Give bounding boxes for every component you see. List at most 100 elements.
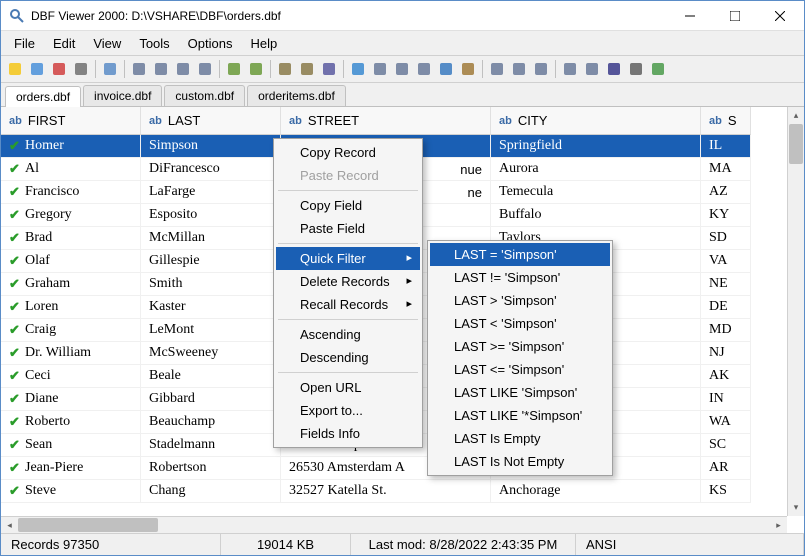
cell[interactable]: IN [701,388,751,411]
ctx-last-simpson-[interactable]: LAST >= 'Simpson' [430,335,610,358]
cell[interactable]: ✔Ceci [1,365,141,388]
column-header-first[interactable]: abFIRST [1,107,141,135]
cell[interactable]: Robertson [141,457,281,480]
ctx-copy-field[interactable]: Copy Field [276,194,420,217]
scroll-up-button[interactable]: ▴ [788,107,804,124]
cell[interactable]: McSweeney [141,342,281,365]
cell[interactable]: Anchorage [491,480,701,503]
cell[interactable]: DiFrancesco [141,158,281,181]
context-menu[interactable]: Copy RecordPaste RecordCopy FieldPaste F… [273,138,423,448]
cell[interactable]: ✔Jean-Piere [1,457,141,480]
toolbar-undo-icon[interactable] [224,59,244,79]
cell[interactable]: ✔Steve [1,480,141,503]
cell[interactable]: ✔Dr. William [1,342,141,365]
scroll-right-button[interactable]: ▸ [770,517,787,533]
column-header-street[interactable]: abSTREET [281,107,491,135]
cell[interactable]: MD [701,319,751,342]
menu-tools[interactable]: Tools [130,34,178,53]
cell[interactable]: ✔Graham [1,273,141,296]
tab-orders-dbf[interactable]: orders.dbf [5,86,81,107]
menu-edit[interactable]: Edit [44,34,84,53]
cell[interactable]: LeMont [141,319,281,342]
toolbar-txt-icon[interactable] [487,59,507,79]
cell[interactable]: McMillan [141,227,281,250]
tab-custom-dbf[interactable]: custom.dbf [164,85,245,106]
ctx-last-simpson-[interactable]: LAST <= 'Simpson' [430,358,610,381]
toolbar-sort-icon[interactable] [319,59,339,79]
cell[interactable]: ✔Loren [1,296,141,319]
cell[interactable]: WA [701,411,751,434]
ctx-ascending[interactable]: Ascending [276,323,420,346]
toolbar-fx-icon[interactable] [531,59,551,79]
toolbar-linked-icon[interactable] [509,59,529,79]
ctx-last-simpson-[interactable]: LAST < 'Simpson' [430,312,610,335]
cell[interactable]: Temecula [491,181,701,204]
cell[interactable]: KY [701,204,751,227]
toolbar-copy-icon[interactable] [275,59,295,79]
toolbar-new-icon[interactable] [5,59,25,79]
minimize-button[interactable] [667,1,712,30]
ctx-quick-filter[interactable]: Quick Filter [276,247,420,270]
cell[interactable]: ✔Brad [1,227,141,250]
toolbar-refresh-icon[interactable] [648,59,668,79]
cell[interactable]: SC [701,434,751,457]
cell[interactable]: ✔Olaf [1,250,141,273]
cell[interactable]: LaFarge [141,181,281,204]
maximize-button[interactable] [712,1,757,30]
toolbar-open-icon[interactable] [27,59,47,79]
ctx-fields-info[interactable]: Fields Info [276,422,420,445]
cell[interactable]: Esposito [141,204,281,227]
ctx-export-to-[interactable]: Export to... [276,399,420,422]
ctx-open-url[interactable]: Open URL [276,376,420,399]
toolbar-view2-icon[interactable] [151,59,171,79]
ctx-last-simpson-[interactable]: LAST > 'Simpson' [430,289,610,312]
ctx-descending[interactable]: Descending [276,346,420,369]
toolbar-col-icon[interactable] [414,59,434,79]
cell[interactable]: AR [701,457,751,480]
toolbar-paste-icon[interactable] [297,59,317,79]
toolbar-info-icon[interactable] [348,59,368,79]
toolbar-view3-icon[interactable] [173,59,193,79]
ctx-last-like-simpson-[interactable]: LAST LIKE '*Simpson' [430,404,610,427]
menu-options[interactable]: Options [179,34,242,53]
cell[interactable]: ✔Homer [1,135,141,158]
toolbar-filter2-icon[interactable] [392,59,412,79]
cell[interactable]: IL [701,135,751,158]
ctx-delete-records[interactable]: Delete Records [276,270,420,293]
cell[interactable]: Smith [141,273,281,296]
cell[interactable]: KS [701,480,751,503]
scroll-down-button[interactable]: ▾ [788,499,804,516]
cell[interactable]: Beale [141,365,281,388]
column-header-s[interactable]: abS [701,107,751,135]
menu-file[interactable]: File [5,34,44,53]
cell[interactable]: SD [701,227,751,250]
toolbar-db2-icon[interactable] [582,59,602,79]
cell[interactable]: Stadelmann [141,434,281,457]
cell[interactable]: ✔Gregory [1,204,141,227]
cell[interactable]: ✔Francisco [1,181,141,204]
cell[interactable]: Buffalo [491,204,701,227]
scroll-thumb-h[interactable] [18,518,158,532]
toolbar-sum-icon[interactable] [436,59,456,79]
quickfilter-submenu[interactable]: LAST = 'Simpson'LAST != 'Simpson'LAST > … [427,240,613,476]
cell[interactable]: MA [701,158,751,181]
cell[interactable]: 32527 Katella St. [281,480,491,503]
cell[interactable]: ✔Roberto [1,411,141,434]
tab-invoice-dbf[interactable]: invoice.dbf [83,85,162,106]
ctx-paste-field[interactable]: Paste Field [276,217,420,240]
toolbar-view4-icon[interactable] [195,59,215,79]
toolbar-close-icon[interactable] [49,59,69,79]
cell[interactable]: NE [701,273,751,296]
column-header-city[interactable]: abCITY [491,107,701,135]
ctx-last-is-not-empty[interactable]: LAST Is Not Empty [430,450,610,473]
cell[interactable]: Aurora [491,158,701,181]
ctx-last-is-empty[interactable]: LAST Is Empty [430,427,610,450]
cell[interactable]: Gillespie [141,250,281,273]
column-header-last[interactable]: abLAST [141,107,281,135]
toolbar-redo-icon[interactable] [246,59,266,79]
tab-orderitems-dbf[interactable]: orderitems.dbf [247,85,346,106]
toolbar-brush-icon[interactable] [458,59,478,79]
toolbar-view1-icon[interactable] [129,59,149,79]
menu-help[interactable]: Help [241,34,286,53]
ctx-last-like-simpson-[interactable]: LAST LIKE 'Simpson' [430,381,610,404]
